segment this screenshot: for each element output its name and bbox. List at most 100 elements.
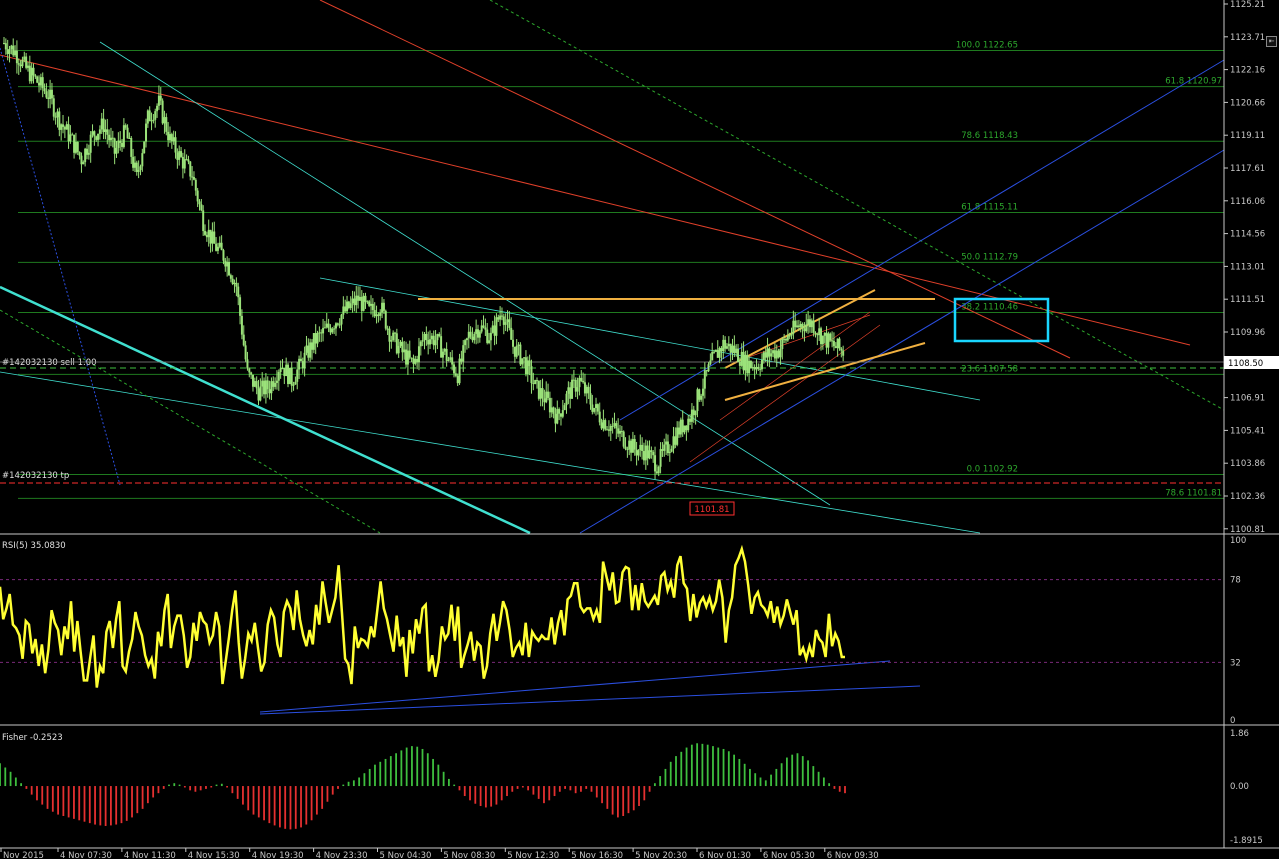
candle-body [38, 82, 41, 86]
candle-body [309, 342, 312, 358]
candle-body [36, 76, 39, 83]
candle-body [146, 110, 149, 124]
candle-body [417, 346, 420, 363]
fib-level-label: 23.6 1107.58 [961, 364, 1018, 374]
candle-body [777, 350, 780, 358]
price-tick-label: 1120.66 [1230, 98, 1265, 108]
candle-body [215, 243, 218, 251]
candle-body [478, 331, 481, 338]
time-tick-label: 5 Nov 20:30 [635, 851, 687, 859]
candle-body [329, 327, 332, 333]
candle-body [784, 338, 787, 341]
candle-body [521, 358, 524, 365]
candle-body [285, 364, 288, 377]
fib-level-label: 100.0 1122.65 [956, 41, 1018, 51]
candle-body [714, 349, 717, 352]
candle-body [587, 386, 590, 394]
candle-body [382, 302, 385, 311]
candle-body [547, 391, 550, 398]
candle-body [281, 368, 284, 370]
candle-body [331, 328, 334, 333]
candle-body [569, 387, 572, 399]
candle-body [305, 345, 308, 353]
candle-body [537, 380, 540, 399]
price-tick-label: 1106.91 [1230, 394, 1265, 404]
candle-body [735, 348, 738, 354]
candle-body [364, 295, 367, 302]
candle-body [366, 301, 369, 303]
candle-body [395, 333, 398, 354]
candle-body [772, 350, 775, 354]
candle-body [113, 138, 116, 154]
candle-body [8, 49, 11, 55]
candle-body [316, 333, 319, 344]
candle-body [253, 381, 256, 387]
candle-body [738, 362, 741, 366]
candle-body [292, 384, 295, 386]
candle-body [250, 372, 253, 375]
candle-body [696, 389, 699, 412]
candle-body [50, 89, 53, 99]
candle-body [261, 380, 264, 387]
candle-body [600, 422, 603, 429]
fib-level-label: 50.0 1112.79 [961, 252, 1018, 262]
candle-body [493, 325, 496, 336]
candle-body [10, 45, 13, 50]
candle-body [264, 380, 267, 395]
candle-body [641, 444, 644, 452]
candle-body [685, 425, 688, 431]
candle-body [121, 142, 124, 147]
candle-body [187, 159, 190, 162]
candle-body [85, 148, 88, 155]
time-tick-label: Nov 2015 [3, 851, 44, 859]
candle-body [598, 411, 601, 423]
candle-body [666, 441, 669, 454]
candle-body [591, 404, 594, 412]
candle-body [161, 100, 164, 124]
candle-body [528, 360, 531, 367]
candle-body [69, 134, 72, 142]
candle-body [78, 151, 81, 156]
candle-body [727, 343, 730, 347]
candle-body [23, 56, 26, 60]
candle-body [506, 319, 509, 323]
candle-body [425, 333, 428, 341]
candle-body [797, 325, 800, 328]
candle-body [47, 97, 50, 100]
candle-body [21, 59, 24, 67]
candle-body [620, 430, 623, 432]
candle-body [98, 129, 101, 134]
candle-body [690, 409, 693, 422]
candle-body [213, 231, 216, 244]
candle-body [39, 77, 42, 86]
candle-body [749, 360, 752, 368]
candle-body [451, 357, 454, 365]
candle-body [556, 409, 559, 424]
candle-body [687, 418, 690, 431]
candle-body [639, 444, 642, 451]
scroll-to-end-icon[interactable]: ⇤ [1266, 36, 1277, 47]
candle-body [836, 338, 839, 349]
candle-body [648, 450, 651, 459]
candle-body [513, 346, 516, 357]
candle-body [545, 391, 548, 403]
candle-body [392, 332, 395, 341]
candle-body [720, 348, 723, 352]
candle-body [788, 335, 791, 337]
candle-body [473, 333, 476, 341]
candle-body [181, 156, 184, 169]
candle-body [500, 315, 503, 317]
candle-body [661, 449, 664, 451]
candle-body [67, 124, 70, 142]
candle-body [242, 334, 245, 346]
candle-body [449, 357, 452, 360]
candle-body [28, 65, 31, 82]
candle-body [111, 137, 114, 139]
candle-body [196, 190, 199, 202]
candle-body [799, 323, 802, 328]
candle-body [559, 413, 562, 417]
candle-body [145, 123, 148, 142]
candle-body [617, 428, 620, 434]
time-tick-label: 6 Nov 01:30 [699, 851, 751, 859]
candle-body [700, 395, 703, 400]
